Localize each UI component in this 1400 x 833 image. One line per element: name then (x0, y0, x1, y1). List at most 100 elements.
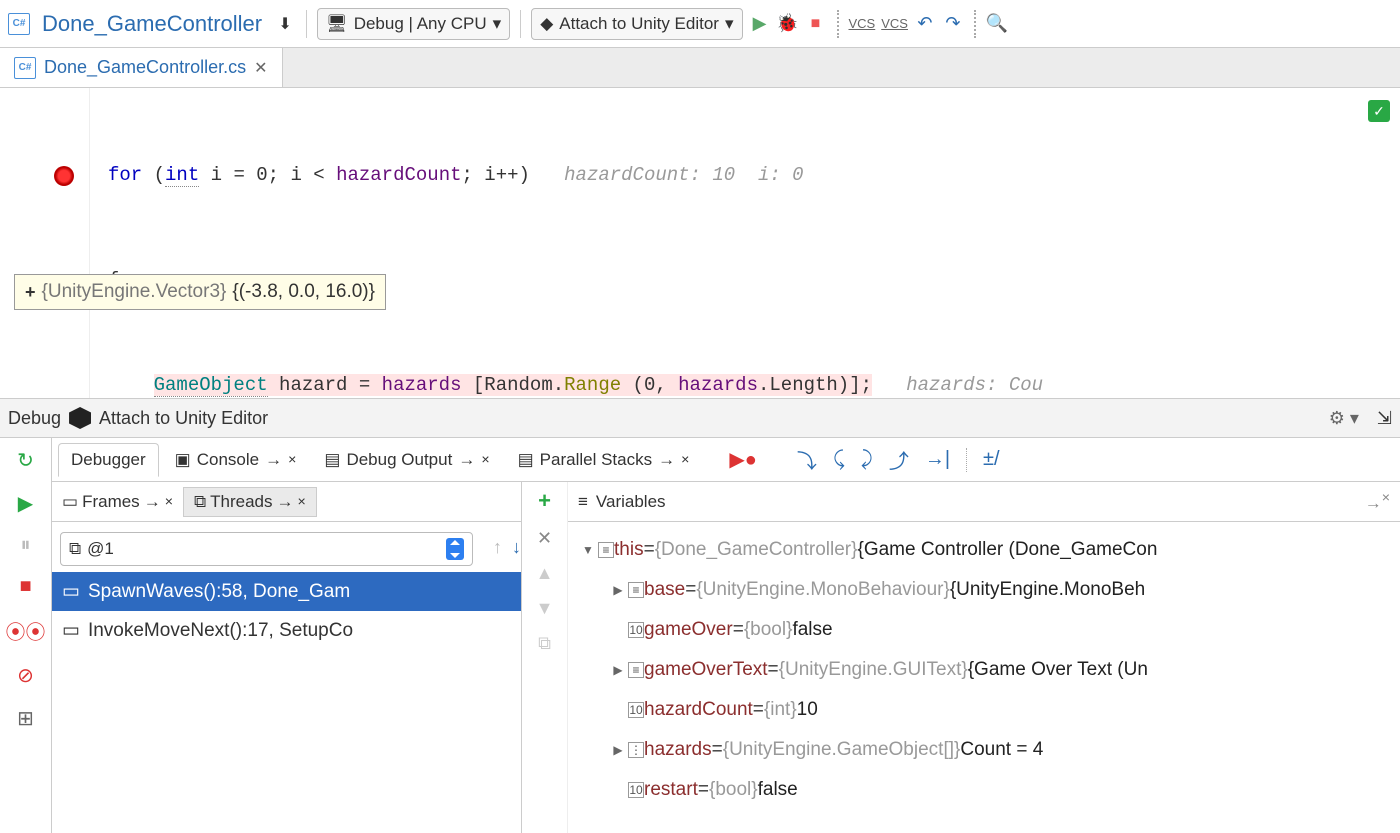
stack-frame[interactable]: ▭InvokeMoveNext():17, SetupCo (52, 611, 521, 650)
output-icon: ▤ (324, 450, 340, 470)
frames-subtab[interactable]: ▭Frames →× (52, 488, 183, 516)
tree-toggle-icon[interactable]: ▶ (608, 583, 628, 597)
search-button[interactable]: 🔍 (986, 13, 1008, 35)
remove-icon[interactable]: ✕ (537, 528, 552, 549)
var-type-icon: ≡ (628, 662, 644, 678)
stop-button[interactable]: ■ (805, 13, 827, 35)
var-value: {UnityEngine.MonoBeh (950, 579, 1145, 601)
var-value: Count = 4 (960, 739, 1043, 761)
run-button[interactable]: ▶ (749, 13, 771, 35)
next-frame-icon[interactable]: ↓ (512, 537, 521, 558)
breakpoint-icon[interactable] (54, 166, 74, 186)
build-icon[interactable]: ⬇ (274, 13, 296, 35)
debugger-tabstrip: Debugger ▣Console →× ▤Debug Output →× ▤P… (52, 438, 1400, 482)
separator (837, 10, 839, 38)
up-icon[interactable]: ▲ (536, 563, 554, 584)
layout-icon[interactable]: ⊞ (17, 706, 34, 731)
pause-icon[interactable]: ⏸ (21, 534, 31, 557)
var-name: gameOverText (644, 659, 768, 681)
variable-row[interactable]: ▶≡ base = {UnityEngine.MonoBehaviour} {U… (568, 570, 1400, 610)
var-value: false (758, 779, 798, 801)
var-type-icon: ≡ (628, 582, 644, 598)
rerun-icon[interactable]: ↻ (17, 448, 34, 473)
stepper-icon[interactable] (446, 538, 464, 560)
debug-button[interactable]: 🐞 (777, 13, 799, 35)
force-step-into-icon[interactable]: ⤸ (855, 444, 879, 475)
csharp-file-icon: C# (14, 57, 36, 79)
add-watch-icon[interactable]: + (538, 488, 551, 514)
var-value: 10 (797, 699, 818, 721)
tab-debug-output[interactable]: ▤Debug Output →× (312, 444, 501, 476)
variable-row[interactable]: ▶⋮ hazards = {UnityEngine.GameObject[]} … (568, 730, 1400, 770)
tab-console[interactable]: ▣Console →× (163, 444, 309, 476)
variable-row[interactable]: 10 hazardCount = {int} 10 (568, 690, 1400, 730)
frame-icon: ▭ (62, 619, 80, 642)
variables-side-toolbar: + ✕ ▲ ▼ ⧉ (522, 482, 568, 833)
editor-tab[interactable]: C# Done_GameController.cs ✕ (0, 48, 283, 87)
var-type-icon: 10 (628, 782, 644, 798)
mute-breakpoints-icon[interactable]: ⊘ (17, 663, 34, 688)
build-config-dropdown[interactable]: 🖥 Debug | Any CPU ▾ (317, 8, 510, 40)
frames-panel: ▭Frames →× ⧉Threads →× ⧉ @1 ↑ ↓ ▭SpawnW (52, 482, 522, 833)
thread-selector[interactable]: ⧉ @1 (60, 532, 473, 566)
down-icon[interactable]: ▼ (536, 598, 554, 619)
stop-icon[interactable]: ■ (19, 575, 31, 598)
threads-subtab[interactable]: ⧉Threads →× (183, 487, 317, 517)
step-out-icon[interactable]: ⤴ (883, 441, 915, 478)
tab-filename: Done_GameController.cs (44, 57, 246, 78)
threads-icon: ⧉ (69, 539, 81, 559)
debug-target: Attach to Unity Editor (99, 408, 268, 429)
frames-header: ▭Frames →× ⧉Threads →× (52, 482, 521, 522)
unity-icon: ◆ (540, 14, 553, 34)
breakpoints-icon[interactable]: ⦿⦿ (6, 616, 46, 645)
tree-toggle-icon[interactable]: ▶ (608, 743, 628, 757)
step-over-icon[interactable]: ⤵ (791, 441, 823, 478)
variables-panel: + ✕ ▲ ▼ ⧉ ≡ Variables →× ▼≡ this = {Done… (522, 482, 1400, 833)
close-tab-icon[interactable]: ✕ (254, 58, 267, 78)
debugger-side-toolbar: ↻ ▶ ⏸ ■ ⦿⦿ ⊘ ⊞ (0, 438, 52, 833)
variable-row[interactable]: 10 gameOver = {bool} false (568, 610, 1400, 650)
hide-icon[interactable]: ⇲ (1377, 408, 1392, 429)
vcs-button-1[interactable]: VCS (849, 16, 876, 31)
var-name: gameOver (644, 619, 733, 641)
code-editor[interactable]: ✓ for (int i = 0; i < hazardCount; i++) … (0, 88, 1400, 398)
evaluate-icon[interactable]: ±/ (977, 444, 1006, 475)
breadcrumb-class[interactable]: Done_GameController (36, 11, 268, 37)
show-execution-point-icon[interactable]: ▶● (723, 443, 762, 476)
run-to-cursor-icon[interactable]: →| (919, 444, 956, 475)
unity-icon (69, 407, 91, 429)
variables-tree[interactable]: ▼≡ this = {Done_GameController} {Game Co… (568, 522, 1400, 833)
variable-row[interactable]: ▼≡ this = {Done_GameController} {Game Co… (568, 530, 1400, 570)
variables-header: ≡ Variables →× (568, 482, 1400, 522)
variable-row[interactable]: ▶≡ gameOverText = {UnityEngine.GUIText} … (568, 650, 1400, 690)
step-into-icon[interactable]: ⤹ (827, 444, 851, 475)
variable-row[interactable]: 10 restart = {bool} false (568, 770, 1400, 810)
var-name: restart (644, 779, 698, 801)
console-icon: ▣ (175, 450, 191, 470)
pin-icon[interactable]: →× (1365, 490, 1390, 514)
var-type-icon: ⋮ (628, 742, 644, 758)
var-type: {UnityEngine.GUIText} (779, 659, 968, 681)
run-target-dropdown[interactable]: ◆ Attach to Unity Editor ▾ (531, 8, 742, 40)
editor-gutter (0, 88, 90, 398)
panels-row: ▭Frames →× ⧉Threads →× ⧉ @1 ↑ ↓ ▭SpawnW (52, 482, 1400, 833)
undo-button[interactable]: ↶ (914, 13, 936, 35)
thread-name: @1 (87, 539, 114, 559)
tree-toggle-icon[interactable]: ▶ (608, 663, 628, 677)
tab-debugger[interactable]: Debugger (58, 443, 159, 477)
redo-button[interactable]: ↷ (942, 13, 964, 35)
tree-toggle-icon[interactable]: ▼ (578, 543, 598, 557)
copy-icon[interactable]: ⧉ (538, 633, 551, 654)
debugger-main: Debugger ▣Console →× ▤Debug Output →× ▤P… (52, 438, 1400, 833)
stack-frame[interactable]: ▭SpawnWaves():58, Done_Gam (52, 572, 521, 611)
prev-frame-icon[interactable]: ↑ (493, 537, 502, 558)
debug-window-header: Debug Attach to Unity Editor ⚙ ▾ ⇲ (0, 398, 1400, 438)
expand-icon[interactable]: + (25, 282, 36, 303)
value-tooltip[interactable]: + {UnityEngine.Vector3} {(-3.8, 0.0, 16.… (14, 274, 386, 310)
vcs-button-2[interactable]: VCS (881, 16, 908, 31)
editor-content[interactable]: for (int i = 0; i < hazardCount; i++) ha… (90, 88, 1400, 398)
monitor-icon: 🖥 (326, 14, 348, 34)
resume-icon[interactable]: ▶ (18, 491, 33, 516)
settings-icon[interactable]: ⚙ ▾ (1329, 408, 1359, 429)
tab-parallel-stacks[interactable]: ▤Parallel Stacks →× (506, 444, 702, 476)
